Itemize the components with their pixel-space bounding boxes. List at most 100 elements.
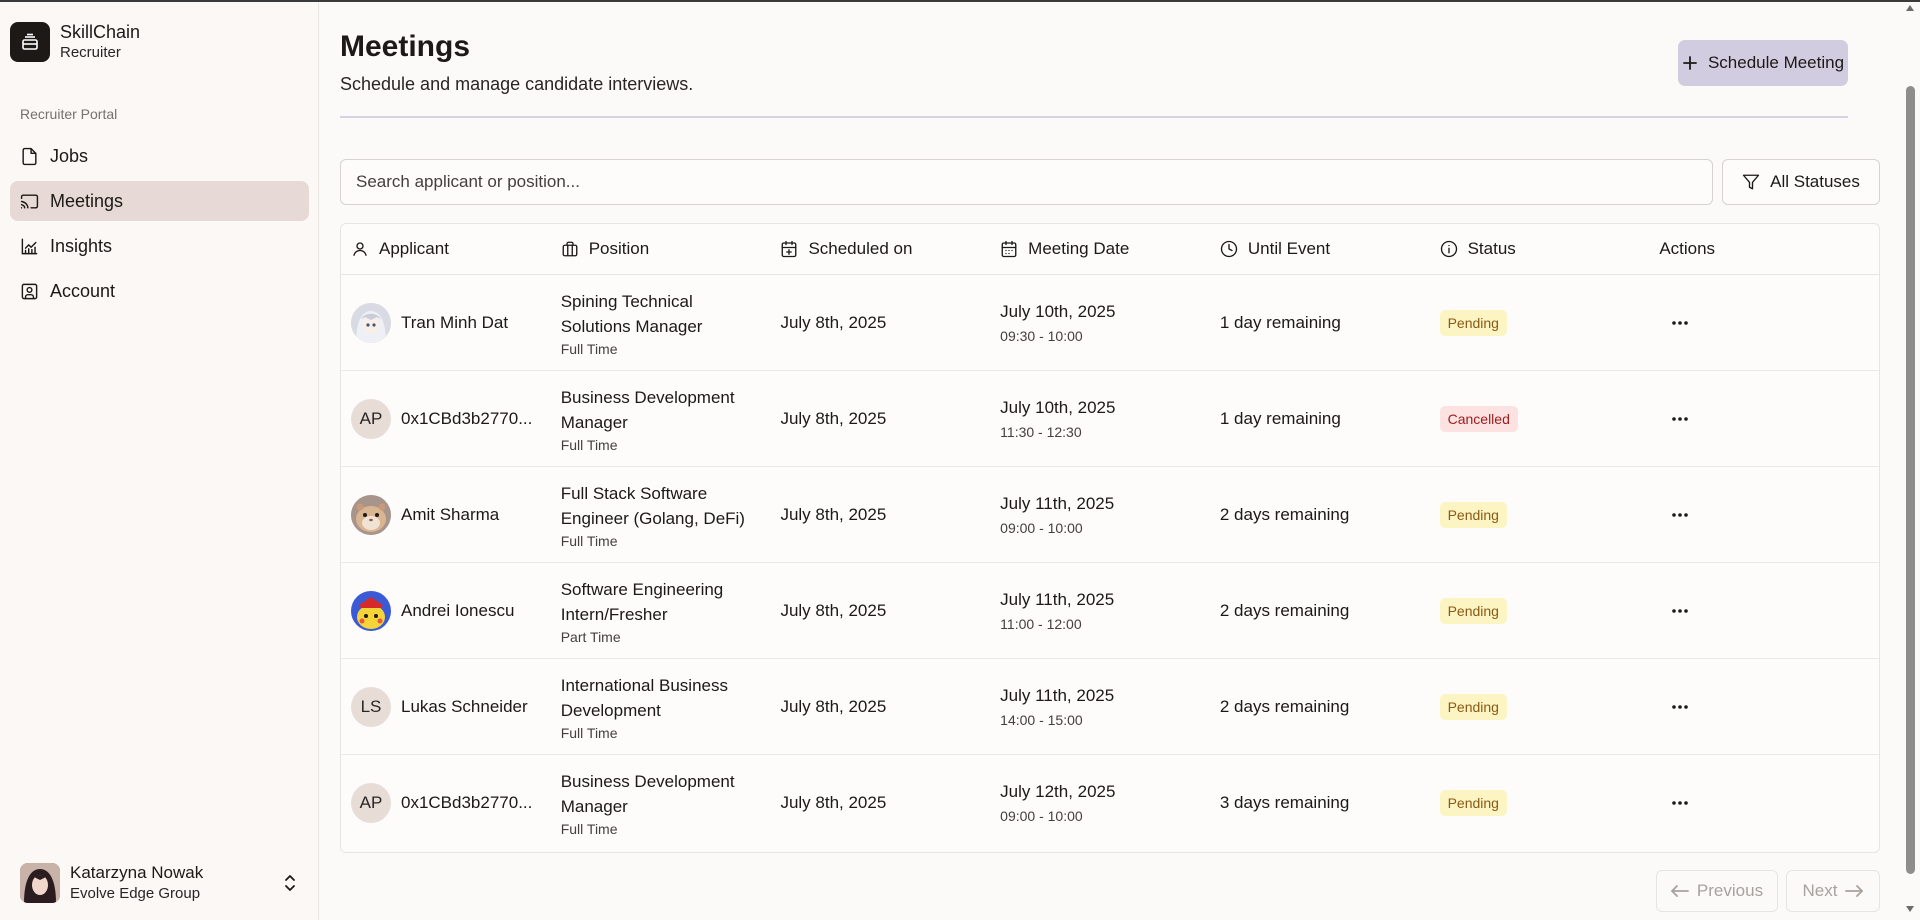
meeting-date: July 10th, 2025 <box>1000 301 1116 321</box>
table-header: Applicant Position Scheduled on Meeting … <box>341 224 1879 275</box>
status-badge: Pending <box>1439 501 1507 528</box>
schedule-meeting-button[interactable]: Schedule Meeting <box>1678 40 1848 86</box>
position-title: International Business Development <box>560 675 728 720</box>
previous-label: Previous <box>1696 881 1764 900</box>
column-header-actions: Actions <box>1659 239 1879 259</box>
more-horizontal-icon <box>1672 320 1689 325</box>
scheduled-on: July 8th, 2025 <box>780 504 887 524</box>
employment-type: Part Time <box>560 628 621 645</box>
meeting-time: 14:00 - 15:00 <box>1000 711 1083 728</box>
user-icon <box>353 242 367 256</box>
meeting-date: July 11th, 2025 <box>1000 589 1115 609</box>
nav-section-label: Recruiter Portal <box>20 106 118 122</box>
user-org: Evolve Edge Group <box>70 885 201 903</box>
applicant-name[interactable]: Lukas Schneider <box>401 697 528 717</box>
column-label: Status <box>1467 239 1516 258</box>
chart-icon <box>21 238 38 254</box>
user-name: Katarzyna Nowak <box>70 863 204 883</box>
meeting-time: 09:00 - 10:00 <box>1000 519 1083 536</box>
sidebar-item-insights[interactable]: Insights <box>10 226 309 266</box>
table-row[interactable]: Tran Minh Dat Spining Technical Solution… <box>341 275 1879 371</box>
main-content: Meetings Schedule and manage candidate i… <box>320 2 1900 920</box>
status-badge: Pending <box>1439 693 1507 720</box>
row-actions-button[interactable] <box>1663 308 1697 338</box>
status-badge: Pending <box>1439 597 1507 624</box>
user-avatar <box>20 863 60 903</box>
brand-name: SkillChain <box>60 22 141 42</box>
scheduled-on: July 8th, 2025 <box>780 312 887 332</box>
row-actions-button[interactable] <box>1663 500 1697 530</box>
employment-type: Full Time <box>560 340 618 357</box>
row-actions-button[interactable] <box>1663 692 1697 722</box>
column-header-applicant[interactable]: Applicant <box>341 239 561 259</box>
previous-page-button[interactable]: Previous <box>1656 870 1778 912</box>
status-badge: Pending <box>1439 309 1507 336</box>
status-filter-button[interactable]: All Statuses <box>1722 159 1880 205</box>
until-event: 2 days remaining <box>1219 504 1350 524</box>
employment-type: Full Time <box>560 821 618 837</box>
until-event: 2 days remaining <box>1219 696 1350 716</box>
filter-icon <box>1742 174 1760 190</box>
scroll-down-arrow-icon[interactable] <box>1905 905 1915 913</box>
column-label: Scheduled on <box>808 239 913 258</box>
applicant-name[interactable]: Amit Sharma <box>401 505 499 525</box>
until-event: 1 day remaining <box>1219 408 1341 428</box>
scroll-up-arrow-icon[interactable] <box>1905 4 1915 12</box>
column-label: Actions <box>1659 239 1716 258</box>
applicant-name[interactable]: 0x1CBd3b2770... <box>401 793 532 813</box>
table-row[interactable]: AP 0x1CBd3b2770... Business Development … <box>341 755 1879 851</box>
page-title: Meetings <box>340 30 471 63</box>
column-label: Applicant <box>379 239 449 258</box>
row-actions-button[interactable] <box>1663 788 1697 818</box>
sidebar-item-account[interactable]: Account <box>10 271 309 311</box>
column-header-until-event[interactable]: Until Event <box>1220 239 1440 259</box>
table-row[interactable]: AP 0x1CBd3b2770... Business Development … <box>341 371 1879 467</box>
column-header-meeting-date[interactable]: Meeting Date <box>1000 239 1220 259</box>
briefcase-icon <box>562 241 578 257</box>
row-actions-button[interactable] <box>1663 404 1697 434</box>
brand[interactable]: SkillChain Recruiter <box>10 21 140 62</box>
applicant-avatar: LS <box>351 686 391 727</box>
sidebar-item-jobs[interactable]: Jobs <box>10 136 309 176</box>
next-page-button[interactable]: Next <box>1786 870 1880 912</box>
column-header-status[interactable]: Status <box>1440 239 1660 259</box>
scheduled-on: July 8th, 2025 <box>780 696 887 716</box>
meeting-date: July 11th, 2025 <box>1000 493 1115 513</box>
sidebar-item-label: Jobs <box>50 145 89 166</box>
applicant-avatar <box>351 590 391 631</box>
arrow-left-icon <box>1671 885 1689 897</box>
applicant-avatar: AP <box>351 783 391 823</box>
scrollbar-thumb[interactable] <box>1906 86 1915 874</box>
user-menu[interactable]: Katarzyna Nowak Evolve Edge Group <box>20 862 300 904</box>
sidebar-item-label: Meetings <box>50 190 124 211</box>
column-label: Position <box>588 239 650 258</box>
until-event: 1 day remaining <box>1219 312 1341 332</box>
skillchain-logo-icon <box>10 21 50 62</box>
more-horizontal-icon <box>1672 801 1689 805</box>
page-subtitle: Schedule and manage candidate interviews… <box>340 74 694 94</box>
search-input[interactable] <box>340 159 1713 205</box>
sidebar-nav: Jobs Meetings Insights Account <box>10 136 309 316</box>
employment-type: Full Time <box>560 724 618 741</box>
position-title: Business Development Manager <box>560 387 735 432</box>
employment-type: Full Time <box>560 436 618 453</box>
column-header-scheduled-on[interactable]: Scheduled on <box>780 239 1000 259</box>
table-row[interactable]: Amit Sharma Full Stack Software Engineer… <box>341 467 1879 563</box>
position-title: Software Engineering Intern/Fresher <box>560 579 724 624</box>
more-horizontal-icon <box>1672 416 1689 421</box>
applicant-name[interactable]: 0x1CBd3b2770... <box>401 409 532 429</box>
chevrons-up-down-icon <box>285 875 295 891</box>
row-actions-button[interactable] <box>1663 596 1697 626</box>
table-row[interactable]: LS Lukas Schneider International Busines… <box>341 659 1879 755</box>
position-title: Business Development Manager <box>560 772 735 816</box>
contact-icon <box>21 283 38 299</box>
column-header-position[interactable]: Position <box>561 239 781 259</box>
scheduled-on: July 8th, 2025 <box>780 600 887 620</box>
file-icon <box>22 147 37 165</box>
more-horizontal-icon <box>1672 704 1689 709</box>
sidebar-item-meetings[interactable]: Meetings <box>10 181 309 221</box>
meeting-time: 11:00 - 12:00 <box>1000 615 1082 632</box>
table-row[interactable]: Andrei Ionescu Software Engineering Inte… <box>341 563 1879 659</box>
applicant-name[interactable]: Tran Minh Dat <box>401 313 508 333</box>
applicant-name[interactable]: Andrei Ionescu <box>401 601 514 621</box>
